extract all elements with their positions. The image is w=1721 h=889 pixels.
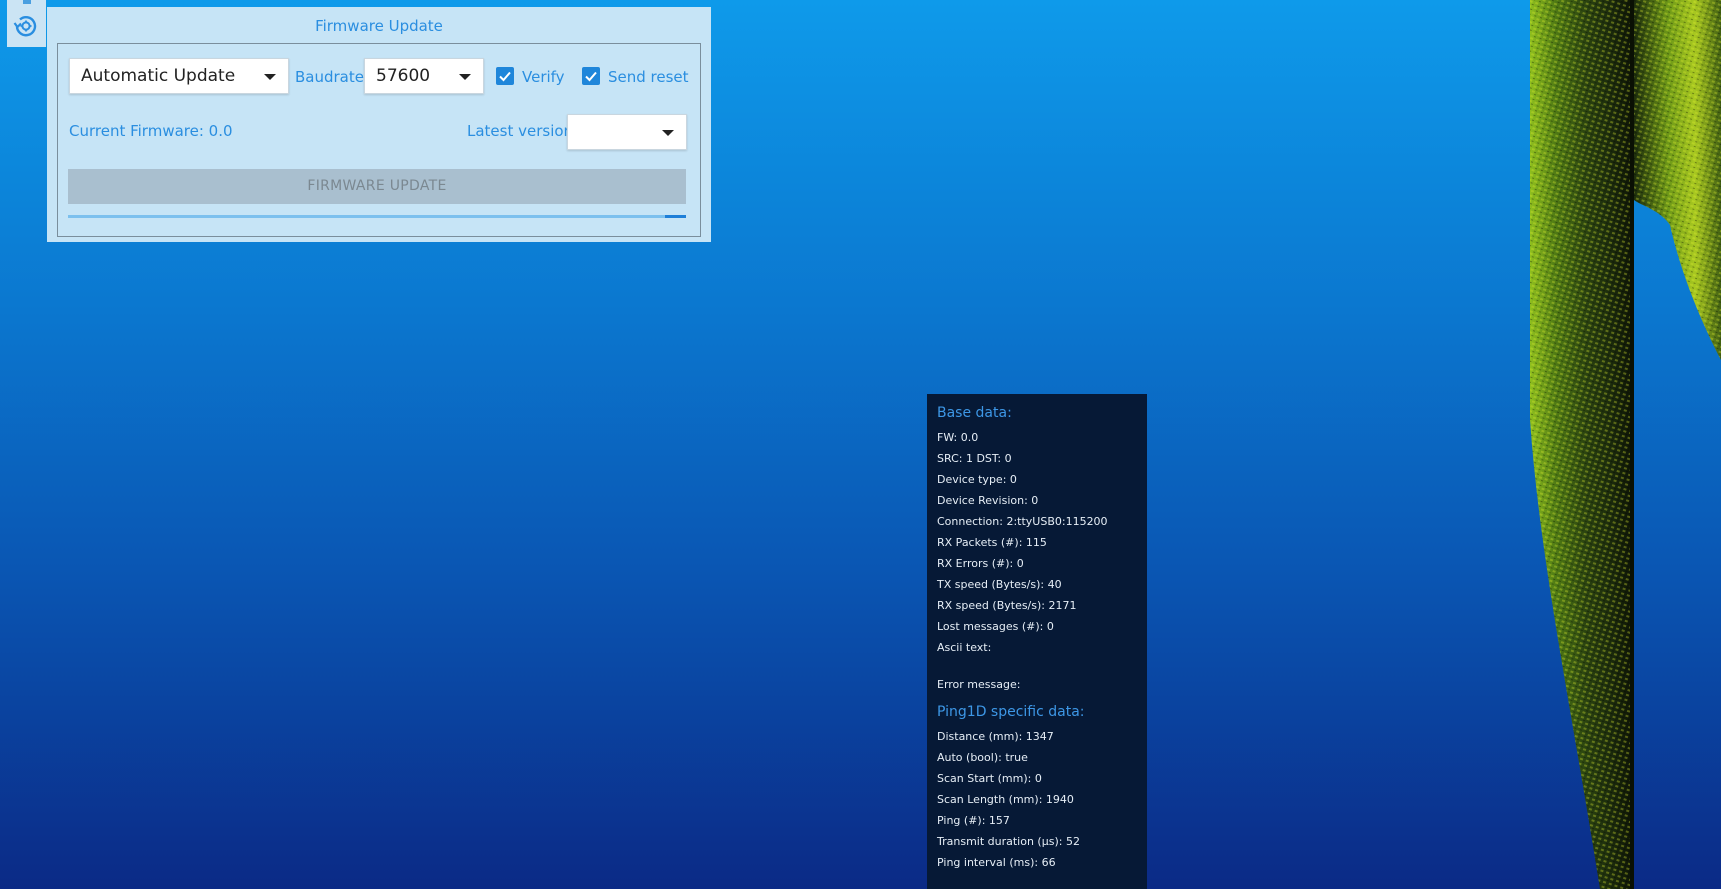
device-info-panel: Base data: FW: 0.0 SRC: 1 DST: 0 Device … — [927, 394, 1147, 889]
info-row: Device Revision: 0 — [937, 494, 1039, 507]
panel-title: Firmware Update — [315, 17, 443, 35]
info-row: Scan Length (mm): 1940 — [937, 793, 1074, 806]
check-icon — [585, 71, 597, 82]
error-message: Error message: — [937, 678, 1021, 691]
info-row: Auto (bool): true — [937, 751, 1028, 764]
info-row: Ascii text: — [937, 641, 992, 654]
firmware-update-button[interactable]: FIRMWARE UPDATE — [68, 169, 686, 204]
check-icon — [499, 71, 511, 82]
info-row: Transmit duration (μs): 52 — [937, 835, 1080, 848]
latest-version-label: Latest version: — [467, 122, 579, 140]
info-row: Connection: 2:ttyUSB0:115200 — [937, 515, 1108, 528]
info-row: Ping interval (ms): 66 — [937, 856, 1056, 869]
chevron-down-icon — [662, 130, 674, 136]
info-row: SRC: 1 DST: 0 — [937, 452, 1012, 465]
baudrate-select[interactable]: 57600 — [364, 58, 484, 94]
chevron-down-icon — [459, 74, 471, 80]
info-row: Device type: 0 — [937, 473, 1017, 486]
info-row: Scan Start (mm): 0 — [937, 772, 1042, 785]
verify-checkbox[interactable] — [496, 67, 514, 85]
info-row: TX speed (Bytes/s): 40 — [937, 578, 1062, 591]
sonar-waterfall — [1530, 0, 1721, 889]
info-row: Ping (#): 157 — [937, 814, 1010, 827]
info-row: Distance (mm): 1347 — [937, 730, 1054, 743]
send-reset-label: Send reset — [608, 68, 689, 86]
update-mode-select[interactable]: Automatic Update — [69, 58, 289, 94]
tool-strip — [7, 0, 46, 47]
baudrate-label: Baudrate: — [295, 68, 370, 86]
verify-label: Verify — [522, 68, 565, 86]
tool-strip-tab[interactable] — [23, 0, 31, 4]
latest-version-select[interactable] — [567, 114, 687, 150]
current-firmware-label: Current Firmware: 0.0 — [69, 122, 233, 140]
info-row: FW: 0.0 — [937, 431, 979, 444]
panel-frame: Automatic Update Baudrate: 57600 Verify … — [57, 43, 701, 237]
info-row: RX Errors (#): 0 — [937, 557, 1024, 570]
update-progress-bar — [68, 215, 686, 218]
chevron-down-icon — [264, 74, 276, 80]
progress-fill — [665, 215, 686, 218]
info-row: RX speed (Bytes/s): 2171 — [937, 599, 1077, 612]
baudrate-value: 57600 — [376, 66, 431, 86]
info-row: Lost messages (#): 0 — [937, 620, 1054, 633]
base-data-header: Base data: — [937, 405, 1012, 421]
update-mode-value: Automatic Update — [81, 66, 236, 86]
info-row: RX Packets (#): 115 — [937, 536, 1047, 549]
firmware-update-panel: Firmware Update Automatic Update Baudrat… — [47, 7, 711, 242]
specific-data-header: Ping1D specific data: — [937, 704, 1085, 720]
firmware-update-icon[interactable] — [11, 11, 41, 41]
send-reset-checkbox[interactable] — [582, 67, 600, 85]
